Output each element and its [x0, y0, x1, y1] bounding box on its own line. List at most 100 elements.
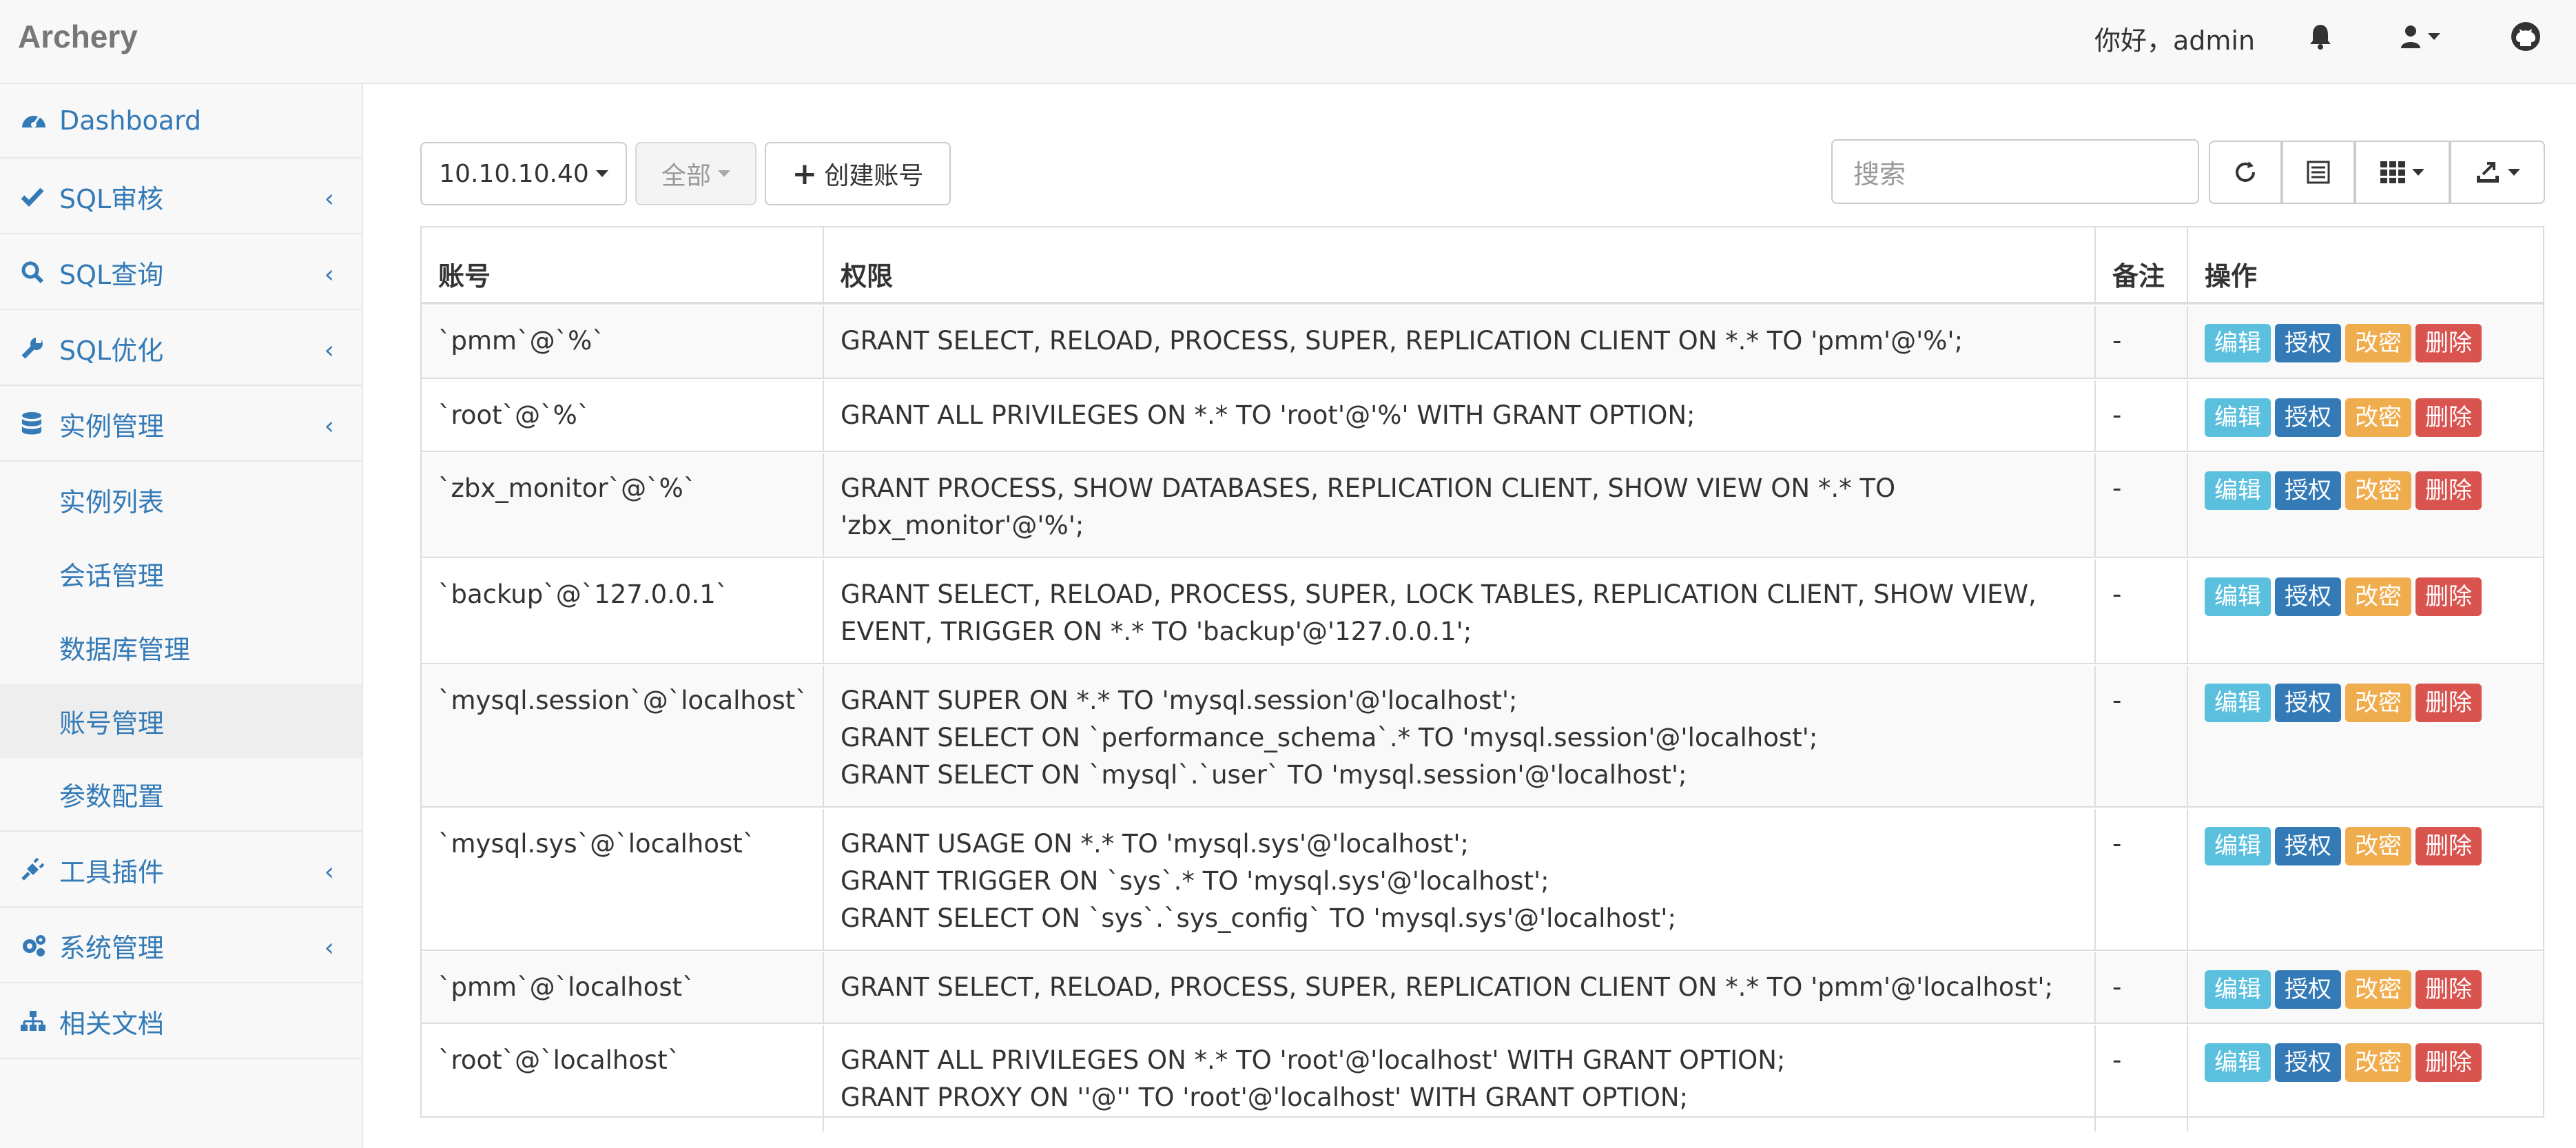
delete-button[interactable]: 删除 [2415, 1043, 2482, 1082]
header-actions: 操作 [2187, 227, 2543, 302]
grant-line: 'zbx_monitor'@'%'; [841, 511, 1084, 540]
account-cell: `root`@`localhost` [438, 1045, 681, 1075]
grant-line: GRANT USAGE ON *.* TO 'mysql.sys'@'local… [841, 829, 1469, 859]
privileges-cell: GRANT ALL PRIVILEGES ON *.* TO 'root'@'l… [823, 1025, 2094, 1131]
grant-line: GRANT SELECT ON `mysql`.`user` TO 'mysql… [841, 760, 1687, 790]
sidebar-item-sql-query[interactable]: SQL查询 ‹ [0, 236, 362, 310]
sidebar-item-tools[interactable]: 工具插件 ‹ [0, 833, 362, 908]
change-password-button[interactable]: 改密 [2345, 970, 2411, 1009]
grant-button[interactable]: 授权 [2275, 684, 2341, 722]
user-menu-icon[interactable] [2389, 21, 2451, 52]
actions-cell: 编辑 授权 改密 删除 [2187, 1025, 2543, 1131]
actions-cell: 编辑 授权 改密 删除 [2187, 306, 2543, 378]
grant-line: GRANT ALL PRIVILEGES ON *.* TO 'root'@'l… [841, 1045, 1786, 1075]
github-icon[interactable] [2505, 21, 2546, 52]
grant-button[interactable]: 授权 [2275, 324, 2341, 362]
grant-button[interactable]: 授权 [2275, 1043, 2341, 1082]
grant-button[interactable]: 授权 [2275, 471, 2341, 510]
edit-button[interactable]: 编辑 [2205, 684, 2271, 722]
dashboard-icon [21, 110, 55, 132]
table-row: `zbx_monitor`@`%` GRANT PROCESS, SHOW DAT… [422, 453, 2543, 558]
chevron-down-icon [718, 170, 730, 177]
sidebar-item-sql-optimize[interactable]: SQL优化 ‹ [0, 311, 362, 386]
brand-logo[interactable]: Archery [18, 18, 138, 55]
sidebar-subitem-param-config[interactable]: 参数配置 [0, 758, 362, 832]
list-icon [2307, 161, 2330, 184]
privileges-cell: GRANT PROCESS, SHOW DATABASES, REPLICATI… [823, 453, 2094, 557]
table-row: `mysql.session`@`localhost` GRANT SUPER O… [422, 666, 2543, 808]
grant-button[interactable]: 授权 [2275, 970, 2341, 1009]
sidebar-subitem-database-mgmt[interactable]: 数据库管理 [0, 611, 362, 684]
filter-select[interactable]: 全部 [635, 142, 756, 205]
grant-button[interactable]: 授权 [2275, 827, 2341, 865]
remark-cell: - [2094, 306, 2187, 378]
change-password-button[interactable]: 改密 [2345, 684, 2411, 722]
grant-button[interactable]: 授权 [2275, 398, 2341, 437]
sidebar-item-dashboard[interactable]: Dashboard [0, 84, 362, 158]
account-cell: `root`@`%` [438, 400, 590, 430]
edit-button[interactable]: 编辑 [2205, 827, 2271, 865]
delete-button[interactable]: 删除 [2415, 577, 2482, 616]
actions-cell: 编辑 授权 改密 删除 [2187, 809, 2543, 950]
remark-cell: - [2094, 380, 2187, 451]
refresh-icon [2236, 161, 2255, 182]
edit-button[interactable]: 编辑 [2205, 471, 2271, 510]
search-input[interactable]: 搜索 [1831, 139, 2199, 204]
change-password-button[interactable]: 改密 [2345, 398, 2411, 437]
sidebar-subitem-instance-list[interactable]: 实例列表 [0, 463, 362, 537]
refresh-button[interactable] [2209, 141, 2282, 204]
delete-button[interactable]: 删除 [2415, 684, 2482, 722]
change-password-button[interactable]: 改密 [2345, 827, 2411, 865]
sidebar-item-instance-mgmt[interactable]: 实例管理 ‹ [0, 387, 362, 462]
table-row: `pmm`@`localhost` GRANT SELECT, RELOAD, P… [422, 952, 2543, 1024]
cogs-icon [21, 934, 55, 957]
sidebar-item-system-mgmt[interactable]: 系统管理 ‹ [0, 909, 362, 983]
grant-line: GRANT PROXY ON ''@'' TO 'root'@'localhos… [841, 1083, 1689, 1112]
grant-line: GRANT ALL PRIVILEGES ON *.* TO 'root'@'%… [841, 400, 1696, 430]
actions-cell: 编辑 授权 改密 删除 [2187, 453, 2543, 557]
export-button[interactable] [2450, 141, 2545, 204]
user-greeting: 你好，admin [2094, 25, 2256, 56]
change-password-button[interactable]: 改密 [2345, 324, 2411, 362]
grant-line: GRANT TRIGGER ON `sys`.* TO 'mysql.sys'@… [841, 866, 1549, 896]
table-row: `root`@`localhost` GRANT ALL PRIVILEGES O… [422, 1025, 2543, 1131]
sidebar-subitem-session-mgmt[interactable]: 会话管理 [0, 537, 362, 611]
search-icon [21, 260, 55, 284]
plug-icon [21, 858, 55, 881]
grant-line: GRANT SUPER ON *.* TO 'mysql.session'@'l… [841, 686, 1518, 715]
delete-button[interactable]: 删除 [2415, 471, 2482, 510]
grant-line: GRANT SELECT, RELOAD, PROCESS, SUPER, LO… [841, 580, 2037, 609]
sidebar-subitem-account-mgmt[interactable]: 账号管理 [0, 684, 362, 758]
edit-button[interactable]: 编辑 [2205, 1043, 2271, 1082]
accounts-table: 账号 权限 备注 操作 `pmm`@`%` GRANT SELECT, RELOA… [420, 226, 2544, 1131]
edit-button[interactable]: 编辑 [2205, 577, 2271, 616]
columns-button[interactable] [2355, 141, 2450, 204]
chevron-left-icon: ‹ [324, 934, 334, 962]
grant-button[interactable]: 授权 [2275, 577, 2341, 616]
toggle-view-button[interactable] [2282, 141, 2355, 204]
delete-button[interactable]: 删除 [2415, 970, 2482, 1009]
edit-button[interactable]: 编辑 [2205, 398, 2271, 437]
delete-button[interactable]: 删除 [2415, 324, 2482, 362]
account-cell: `backup`@`127.0.0.1` [438, 580, 729, 609]
sidebar-item-docs[interactable]: 相关文档 [0, 985, 362, 1059]
change-password-button[interactable]: 改密 [2345, 471, 2411, 510]
chevron-down-icon [2428, 33, 2440, 40]
delete-button[interactable]: 删除 [2415, 398, 2482, 437]
privileges-cell: GRANT SELECT, RELOAD, PROCESS, SUPER, RE… [823, 952, 2094, 1023]
account-cell: `zbx_monitor`@`%` [438, 473, 697, 503]
change-password-button[interactable]: 改密 [2345, 577, 2411, 616]
header-account[interactable]: 账号 [422, 227, 823, 302]
chevron-left-icon: ‹ [324, 336, 334, 365]
bell-icon[interactable] [2300, 21, 2341, 52]
header-privileges[interactable]: 权限 [823, 227, 2094, 302]
change-password-button[interactable]: 改密 [2345, 1043, 2411, 1082]
delete-button[interactable]: 删除 [2415, 827, 2482, 865]
edit-button[interactable]: 编辑 [2205, 970, 2271, 1009]
header-remark[interactable]: 备注 [2094, 227, 2187, 302]
create-account-button[interactable]: + 创建账号 [765, 142, 951, 205]
instance-select[interactable]: 10.10.10.40 [420, 142, 627, 205]
privileges-cell: GRANT SELECT, RELOAD, PROCESS, SUPER, LO… [823, 560, 2094, 663]
sidebar-item-sql-review[interactable]: SQL审核 ‹ [0, 160, 362, 234]
edit-button[interactable]: 编辑 [2205, 324, 2271, 362]
